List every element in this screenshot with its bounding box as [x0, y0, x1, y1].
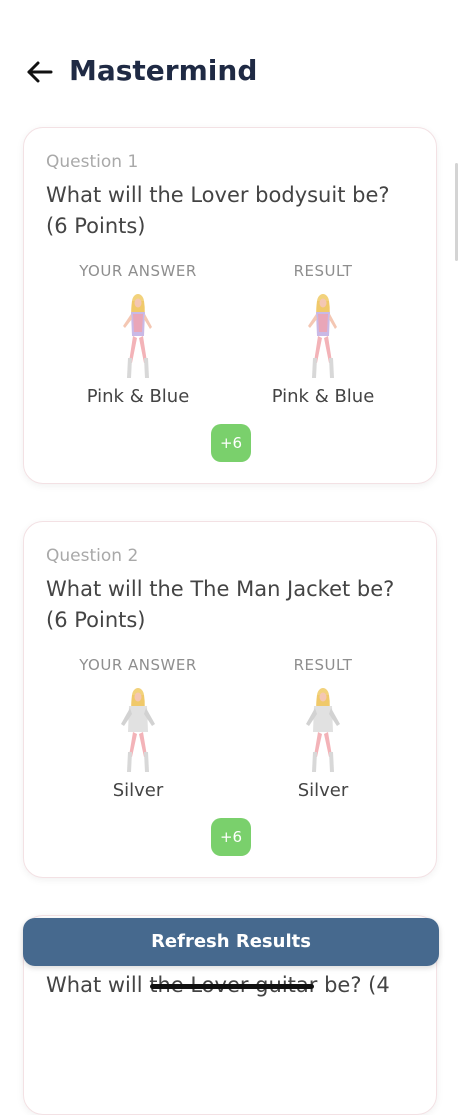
home-indicator[interactable]: [150, 984, 314, 989]
result-header: RESULT: [293, 656, 353, 674]
question-number: Question 1: [46, 152, 139, 172]
your-answer-value: Pink & Blue: [86, 386, 190, 407]
question-card: Question 2 What will the The Man Jacket …: [23, 521, 437, 878]
question-text: What will the Lover bodysuit be? (6 Poin…: [46, 183, 390, 238]
question-number: Question 2: [46, 546, 139, 566]
points-badge: +6: [211, 818, 251, 856]
arrow-left-icon: [27, 61, 53, 83]
back-button[interactable]: [24, 56, 56, 88]
question-card: Question 1 What will the Lover bodysuit …: [23, 127, 437, 484]
question-text: What will the The Man Jacket be? (6 Poin…: [46, 577, 395, 632]
your-answer-header: YOUR ANSWER: [79, 656, 197, 674]
points-badge: +6: [211, 424, 251, 462]
result-header: RESULT: [293, 262, 353, 280]
page-title: Mastermind: [69, 54, 258, 87]
result-value: Pink & Blue: [271, 386, 375, 407]
header: Mastermind: [0, 50, 462, 100]
scrollbar[interactable]: [455, 163, 458, 261]
man-jacket-figure: [121, 688, 155, 772]
man-jacket-figure: [306, 688, 340, 772]
lover-bodysuit-figure: [123, 294, 152, 378]
your-answer-value: Silver: [112, 780, 164, 801]
lover-bodysuit-figure: [308, 294, 337, 378]
refresh-results-button[interactable]: Refresh Results: [23, 918, 439, 966]
your-answer-header: YOUR ANSWER: [79, 262, 197, 280]
result-value: Silver: [297, 780, 349, 801]
